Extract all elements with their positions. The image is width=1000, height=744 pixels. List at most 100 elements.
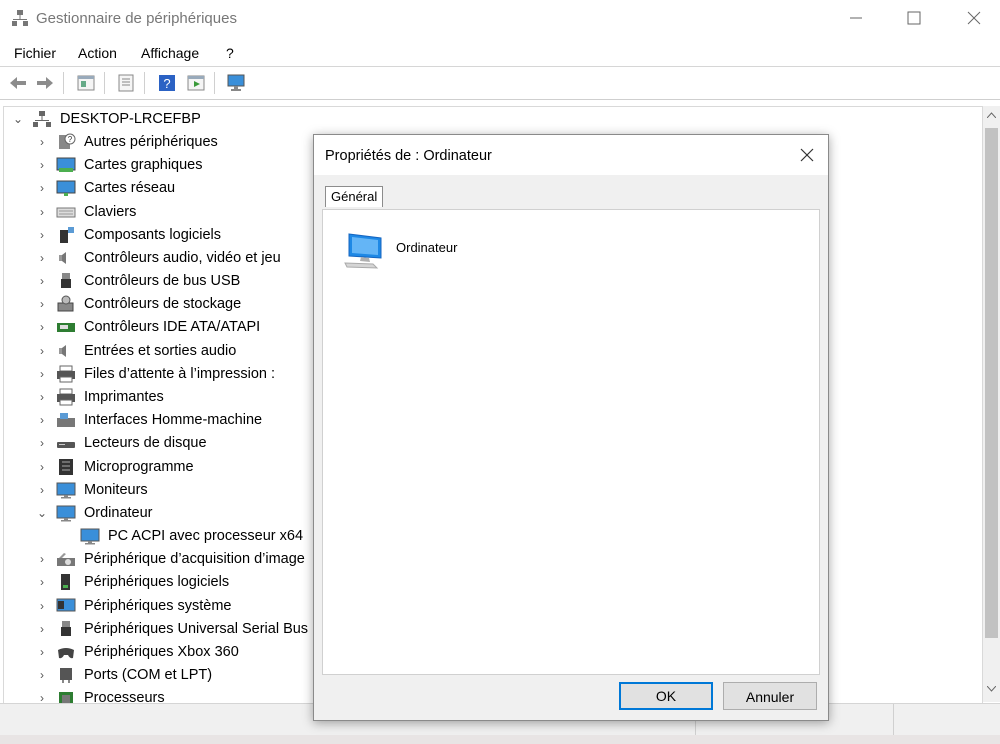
tree-item-label: Ordinateur: [84, 504, 153, 521]
device-name: Ordinateur: [396, 240, 458, 255]
menu-fichier[interactable]: Fichier: [14, 45, 56, 61]
scroll-down-icon[interactable]: [987, 686, 996, 692]
menu-help[interactable]: ?: [226, 45, 234, 61]
tree-item-label: Ports (COM et LPT): [84, 667, 213, 684]
properties-dialog: Propriétés de : Ordinateur Général Ordin…: [313, 134, 829, 721]
tree-item-label: Périphériques Universal Serial Bus: [84, 620, 309, 637]
help-icon[interactable]: ?: [157, 73, 177, 93]
printer-icon: [57, 388, 75, 406]
computer-icon: [56, 505, 76, 522]
bottom-strip: [0, 735, 1000, 744]
usb-device-icon: [61, 620, 71, 636]
chevron-right-icon[interactable]: ›: [36, 367, 48, 381]
ok-button[interactable]: OK: [619, 682, 713, 710]
chevron-right-icon[interactable]: ›: [36, 622, 48, 636]
usb-icon: [61, 273, 71, 289]
computer-icon: [344, 233, 382, 269]
toolbar-separator: [214, 72, 215, 94]
title-bar: Gestionnaire de périphériques: [0, 0, 1000, 38]
tab-panel: Ordinateur: [322, 209, 820, 675]
software-component-icon: [60, 226, 74, 243]
minimize-icon: [850, 17, 862, 19]
back-icon[interactable]: [8, 73, 28, 93]
gamepad-icon: [58, 647, 74, 659]
maximize-button[interactable]: [884, 0, 944, 36]
dialog-close-icon[interactable]: [792, 140, 822, 170]
tree-item-label: Périphériques système: [84, 597, 232, 614]
chevron-right-icon[interactable]: ›: [36, 205, 48, 219]
tree-item-label: Périphériques logiciels: [84, 574, 230, 591]
close-button[interactable]: [944, 0, 1000, 36]
chevron-right-icon[interactable]: ›: [36, 436, 48, 450]
keyboard-icon: [56, 207, 76, 218]
chevron-right-icon[interactable]: ›: [36, 344, 48, 358]
chevron-right-icon[interactable]: ›: [36, 274, 48, 288]
minimize-button[interactable]: [826, 0, 886, 36]
chevron-right-icon[interactable]: ›: [36, 181, 48, 195]
tree-item-label: PC ACPI avec processeur x64: [108, 528, 304, 545]
chevron-right-icon[interactable]: ›: [36, 668, 48, 682]
chevron-right-icon[interactable]: ›: [36, 158, 48, 172]
svg-text:?: ?: [163, 76, 170, 91]
chevron-right-icon[interactable]: ›: [36, 575, 48, 589]
tree-item-label: Autres périphériques: [84, 134, 218, 150]
tree-item-label: Contrôleurs de bus USB: [84, 273, 241, 290]
chevron-right-icon[interactable]: ›: [36, 413, 48, 427]
imaging-device-icon: [57, 553, 75, 567]
tree-root-label: DESKTOP-LRCEFBP: [60, 111, 201, 127]
maximize-icon: [907, 11, 921, 25]
toolbar: ?: [0, 67, 1000, 100]
tree-item-label: Composants logiciels: [84, 226, 222, 243]
properties-view-icon[interactable]: [76, 73, 96, 93]
chevron-right-icon[interactable]: ›: [36, 599, 48, 613]
dialog-title: Propriétés de : Ordinateur: [325, 148, 492, 164]
tree-item-label: Files d’attente à l’impression :: [84, 365, 275, 382]
chevron-right-icon[interactable]: ›: [36, 460, 48, 474]
tree-item-label: Périphérique d’acquisition d’image: [84, 551, 305, 568]
display-adapter-icon: [56, 157, 76, 173]
details-icon[interactable]: [116, 73, 136, 93]
chevron-right-icon[interactable]: ›: [36, 645, 48, 659]
chevron-right-icon[interactable]: ›: [36, 483, 48, 497]
chevron-right-icon[interactable]: ›: [36, 390, 48, 404]
tree-root[interactable]: ⌄ DESKTOP-LRCEFBP: [4, 108, 979, 131]
network-adapter-icon: [56, 180, 76, 197]
tab-general[interactable]: Général: [325, 186, 384, 207]
chevron-right-icon[interactable]: ›: [36, 228, 48, 242]
scrollbar-thumb[interactable]: [985, 128, 998, 638]
vertical-scrollbar[interactable]: [983, 106, 1000, 702]
unknown-device-icon: ?: [59, 133, 76, 149]
toolbar-separator: [104, 72, 105, 94]
tree-item-label: Processeurs: [84, 690, 165, 704]
run-icon[interactable]: [186, 73, 206, 93]
chevron-down-icon[interactable]: ⌄: [36, 506, 48, 520]
tree-item-label: Périphériques Xbox 360: [84, 643, 239, 660]
tree-item-label: Contrôleurs IDE ATA/ATAPI: [84, 319, 261, 336]
software-device-icon: [61, 574, 70, 591]
computer-root-icon: [33, 111, 51, 127]
chevron-down-icon[interactable]: ⌄: [12, 112, 24, 126]
scan-hardware-icon[interactable]: [226, 73, 246, 93]
monitor-icon: [56, 482, 76, 499]
chevron-right-icon[interactable]: ›: [36, 320, 48, 334]
port-icon: [60, 668, 72, 684]
chevron-right-icon[interactable]: ›: [36, 297, 48, 311]
toolbar-separator: [63, 72, 64, 94]
cancel-button[interactable]: Annuler: [723, 682, 817, 710]
chevron-right-icon[interactable]: ›: [36, 552, 48, 566]
menu-affichage[interactable]: Affichage: [141, 45, 199, 61]
chevron-right-icon[interactable]: ›: [36, 135, 48, 149]
system-device-icon: [56, 598, 76, 612]
tree-item-label: Cartes réseau: [84, 180, 176, 197]
svg-text:?: ?: [68, 135, 73, 144]
window-title: Gestionnaire de périphériques: [36, 10, 237, 27]
forward-icon[interactable]: [35, 73, 55, 93]
tree-item-label: Cartes graphiques: [84, 157, 203, 174]
menu-action[interactable]: Action: [78, 45, 117, 61]
computer-icon: [80, 528, 100, 545]
storage-controller-icon: [57, 295, 74, 312]
tree-item-label: Microprogramme: [84, 458, 194, 475]
chevron-right-icon[interactable]: ›: [36, 251, 48, 265]
scroll-up-icon[interactable]: [987, 112, 996, 118]
tree-item-label: Claviers: [84, 203, 137, 220]
